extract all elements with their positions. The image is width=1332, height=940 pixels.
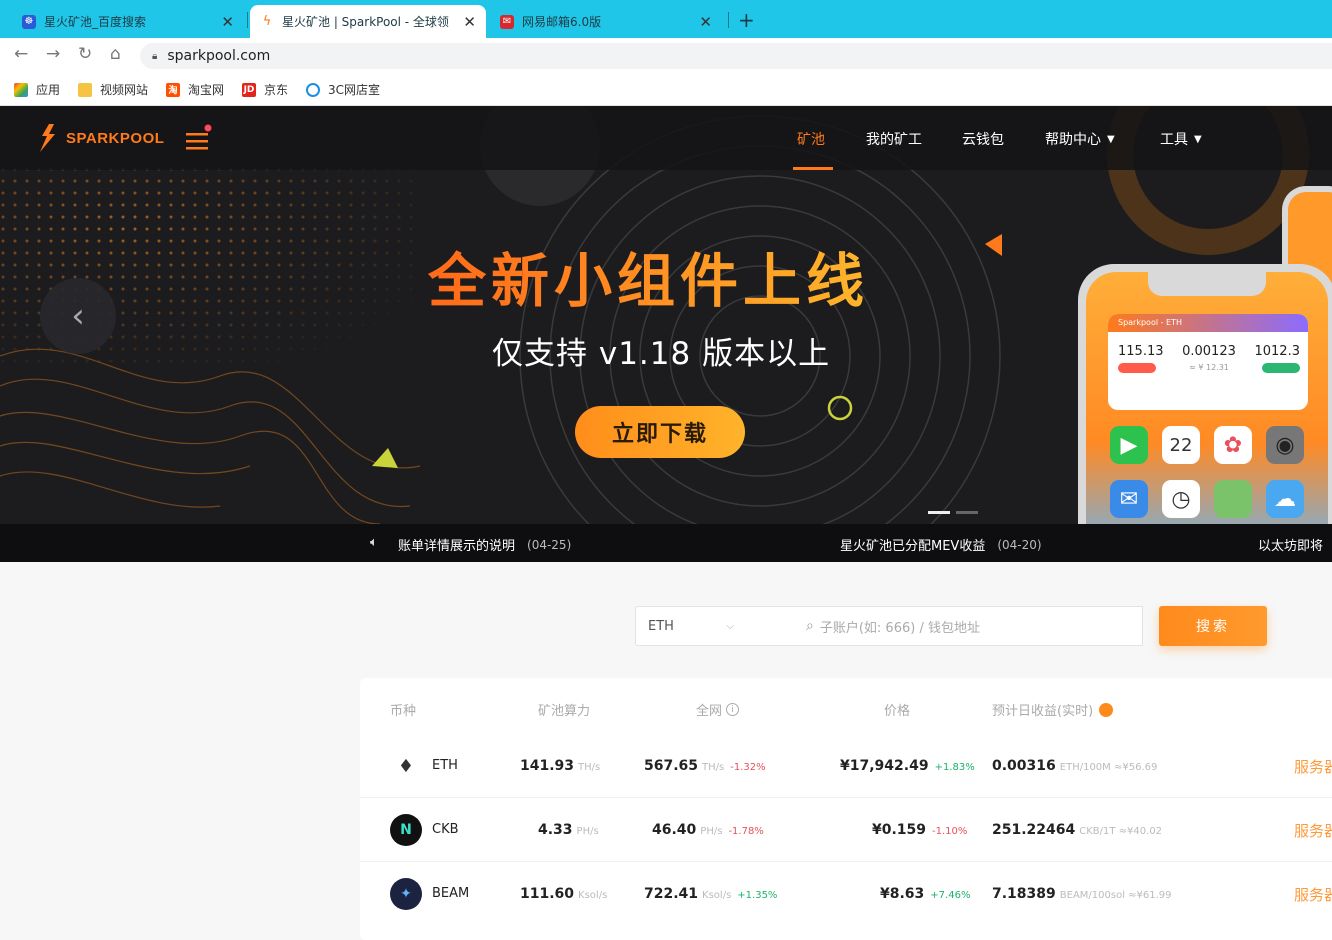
tab-divider [247, 12, 248, 28]
maps-app-icon [1214, 480, 1252, 518]
search-icon: ⌕ [806, 618, 814, 634]
close-tab-icon[interactable]: ✕ [221, 13, 234, 31]
nav-cloud-wallet[interactable]: 云钱包 [962, 129, 1004, 149]
tab-divider [728, 12, 729, 28]
hero-banner: SPARKPOOL 矿池 我的矿工 云钱包 帮助中心 ▼ 工具 ▼ ‹ 全新小组件上… [0, 106, 1332, 524]
photos-app-icon: ✿ [1214, 426, 1252, 464]
browser-tabstrip: ☸ 星火矿池_百度搜索 ✕ ϟ 星火矿池 | SparkPool - 全球领 ✕… [0, 0, 1332, 38]
close-tab-icon[interactable]: ✕ [463, 13, 476, 31]
calendar-app-icon: 22 [1162, 426, 1200, 464]
bookmark-jd[interactable]: JD 京东 [242, 81, 288, 98]
server-link[interactable]: 服务器 [1294, 820, 1332, 841]
active-nav-indicator [793, 167, 833, 170]
carousel-prev-button[interactable]: ‹ [40, 278, 116, 354]
announcement-item[interactable]: 以太坊即将 [1258, 535, 1323, 554]
folder-icon [78, 82, 92, 97]
carousel-dot[interactable] [956, 511, 978, 514]
phone-mockup: Sparkpool - ETH 115.13 0.00123 1012.3 ≈ … [1078, 264, 1332, 524]
bookmark-video-sites[interactable]: 视频网站 [78, 81, 148, 98]
sparkpool-favicon-icon: ϟ [262, 14, 272, 29]
url-text: sparkpool.com [167, 48, 271, 64]
column-header-price: 价格 [884, 704, 911, 719]
coin-select[interactable]: ETH ⌵ [635, 606, 747, 646]
sparkpool-logo[interactable]: SPARKPOOL [38, 124, 164, 152]
clock-app-icon: ◷ [1162, 480, 1200, 518]
column-header-network: 全网 i [696, 700, 740, 719]
bookmark-apps[interactable]: 应用 [14, 81, 60, 98]
column-header-daily-income: 预计日收益(实时) [992, 700, 1114, 719]
url-field[interactable]: 🔒︎ sparkpool.com [140, 43, 1332, 69]
new-tab-button[interactable]: + [738, 8, 755, 32]
chevron-down-icon: ⌵ [726, 620, 734, 632]
camera-app-icon: ◉ [1266, 426, 1304, 464]
server-link[interactable]: 服务器 [1294, 884, 1332, 905]
live-indicator-icon [1099, 702, 1114, 717]
site-header: SPARKPOOL 矿池 我的矿工 云钱包 帮助中心 ▼ 工具 ▼ [0, 106, 1332, 170]
bookmarks-bar: 应用 视频网站 淘 淘宝网 JD 京东 3C网店室 [0, 72, 1332, 106]
banner-headline: 全新小组件上线 [428, 234, 869, 318]
lock-icon: 🔒︎ [152, 50, 158, 62]
chevron-left-icon: ‹ [71, 296, 85, 336]
weather-app-icon: ☁ [1266, 480, 1304, 518]
eth-coin-icon: ♦ [390, 750, 422, 782]
taobao-icon: 淘 [166, 82, 180, 97]
announcement-item[interactable]: 星火矿池已分配MEV收益 (04-20) [840, 535, 1042, 555]
nav-mining-pool[interactable]: 矿池 [797, 129, 825, 149]
ckb-coin-icon: N [390, 814, 422, 846]
reload-icon[interactable]: ↻ [78, 44, 92, 64]
forward-icon[interactable]: → [46, 44, 60, 64]
chevron-down-icon: ▼ [1194, 133, 1202, 145]
pool-stats-section: ETH ⌵ ⌕ 子账户(如: 666) / 钱包地址 搜索 币种 矿池算力 全网… [0, 562, 1332, 940]
server-link[interactable]: 服务器 [1294, 756, 1332, 777]
baidu-favicon-icon: ☸ [22, 14, 36, 29]
link-icon [306, 82, 320, 97]
table-row[interactable]: N CKB 4.33 PH/s 46.40 PH/s -1.78% ¥0.159 -1.… [360, 798, 1332, 862]
carousel-dot[interactable] [928, 511, 950, 514]
carousel-indicators [928, 511, 978, 514]
back-icon[interactable]: ← [14, 44, 28, 64]
browser-tab-netease[interactable]: ✉ 网易邮箱6.0版 ✕ [490, 5, 722, 38]
announcement-item[interactable]: 账单详情展示的说明 (04-25) [398, 535, 571, 555]
coin-stats-table: 币种 矿池算力 全网 i 价格 预计日收益(实时) ♦ ETH 141.93 TH/… [360, 678, 1332, 940]
nav-tools[interactable]: 工具 ▼ [1160, 129, 1202, 149]
bookmark-taobao[interactable]: 淘 淘宝网 [166, 81, 224, 98]
announcement-ticker: 🔈︎ 账单详情展示的说明 (04-25) 星火矿池已分配MEV收益 (04-20) … [0, 524, 1332, 562]
chevron-down-icon: ▼ [1107, 133, 1115, 145]
account-search-input[interactable]: ⌕ 子账户(如: 666) / 钱包地址 [746, 606, 1143, 646]
bookmark-3c[interactable]: 3C网店室 [306, 81, 380, 98]
nav-my-miners[interactable]: 我的矿工 [866, 129, 922, 149]
address-bar-row: ← → ↻ ⌂ 🔒︎ sparkpool.com [0, 38, 1332, 72]
beam-coin-icon: ✦ [390, 878, 422, 910]
home-icon[interactable]: ⌂ [110, 44, 121, 64]
menu-icon[interactable] [186, 124, 212, 152]
nav-help-center[interactable]: 帮助中心 ▼ [1045, 129, 1115, 149]
download-now-button[interactable]: 立即下载 [575, 406, 745, 458]
apps-grid-icon [14, 82, 28, 97]
table-row[interactable]: ✦ BEAM 111.60 Ksol/s 722.41 Ksol/s +1.35% ¥… [360, 862, 1332, 926]
info-icon[interactable]: i [726, 703, 740, 716]
table-row[interactable]: ♦ ETH 141.93 TH/s 567.65 TH/s -1.32% ¥17,94… [360, 734, 1332, 798]
speaker-icon: 🔈︎ [370, 535, 378, 550]
facetime-app-icon: ▶ [1110, 426, 1148, 464]
flame-logo-icon [40, 124, 55, 152]
jd-icon: JD [242, 82, 256, 97]
browser-tab-sparkpool[interactable]: ϟ 星火矿池 | SparkPool - 全球领 ✕ [250, 5, 486, 38]
browser-tab-baidu[interactable]: ☸ 星火矿池_百度搜索 ✕ [12, 5, 244, 38]
mail-app-icon: ✉ [1110, 480, 1148, 518]
search-button[interactable]: 搜索 [1159, 606, 1267, 646]
banner-subline: 仅支持 v1.18 版本以上 [492, 336, 831, 372]
column-header-coin: 币种 [390, 704, 417, 719]
netease-favicon-icon: ✉ [500, 14, 514, 29]
pool-widget-preview: Sparkpool - ETH 115.13 0.00123 1012.3 ≈ … [1108, 314, 1308, 410]
column-header-pool-hashrate: 矿池算力 [538, 704, 591, 719]
close-tab-icon[interactable]: ✕ [699, 13, 712, 31]
